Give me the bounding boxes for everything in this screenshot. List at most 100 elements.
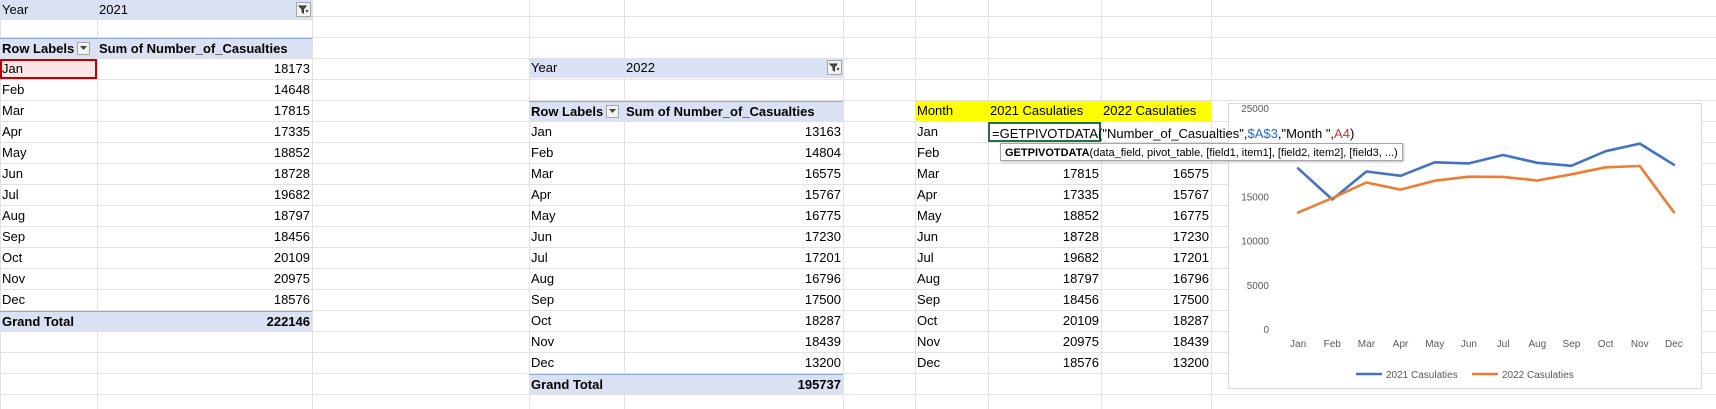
pivot-row-value[interactable]: 17335 (97, 122, 312, 142)
pivot-row-label[interactable]: Feb (529, 143, 624, 163)
pivot-row-value[interactable]: 16775 (624, 206, 843, 226)
pivot-row-label[interactable]: Jul (0, 185, 97, 205)
x-tick-label: Apr (1393, 339, 1409, 350)
pivot-row-value[interactable]: 16575 (624, 164, 843, 184)
formula-edit-cell[interactable]: =GETPIVOTDATA("Number_of_Casualties",$A$… (988, 122, 1354, 142)
pivot-row-label[interactable]: May (0, 143, 97, 163)
pivot-row-label[interactable]: Oct (0, 248, 97, 268)
pivot-filter-button[interactable] (827, 60, 842, 75)
pivot-row-label[interactable]: Apr (0, 122, 97, 142)
summary-2022-cell[interactable]: 16796 (1101, 269, 1211, 289)
pivot-row-label[interactable]: Jun (529, 227, 624, 247)
summary-2021-cell[interactable]: 18852 (988, 206, 1101, 226)
summary-month-cell[interactable]: Jan (915, 122, 988, 142)
pivot-row-value[interactable]: 17201 (624, 248, 843, 268)
function-tooltip[interactable]: GETPIVOTDATA(data_field, pivot_table, [f… (1000, 143, 1403, 161)
value-field-header: Sum of Number_of_Casualties (97, 38, 312, 58)
pivot-row-label[interactable]: Sep (0, 227, 97, 247)
summary-2021-cell[interactable]: 17335 (988, 185, 1101, 205)
pivot-row-label[interactable]: Feb (0, 80, 97, 100)
summary-2021-cell[interactable]: 18456 (988, 290, 1101, 310)
summary-2022-cell[interactable]: 17201 (1101, 248, 1211, 268)
pivot-row-value[interactable]: 18439 (624, 332, 843, 352)
pivot-row-label[interactable]: Dec (529, 353, 624, 373)
row-labels-dropdown[interactable] (77, 42, 91, 55)
summary-month-cell[interactable]: Apr (915, 185, 988, 205)
summary-month-cell[interactable]: Dec (915, 353, 988, 373)
pivot-row-value[interactable]: 20109 (97, 248, 312, 268)
column-gridline (1211, 0, 1212, 409)
pivot-row-label[interactable]: Oct (529, 311, 624, 331)
pivot-row-value[interactable]: 18576 (97, 290, 312, 310)
y-tick-label: 10000 (1241, 237, 1269, 248)
summary-2022-cell[interactable]: 13200 (1101, 353, 1211, 373)
pivot-row-value[interactable]: 16796 (624, 269, 843, 289)
row-labels-header-text: Row Labels (531, 103, 604, 119)
summary-2022-cell[interactable]: 18439 (1101, 332, 1211, 352)
summary-month-cell[interactable]: Feb (915, 143, 988, 163)
summary-2022-cell[interactable]: 15767 (1101, 185, 1211, 205)
pivot-row-value[interactable]: 17500 (624, 290, 843, 310)
summary-2021-cell[interactable]: 20109 (988, 311, 1101, 331)
summary-month-cell[interactable]: Jul (915, 248, 988, 268)
pivot-row-label[interactable]: May (529, 206, 624, 226)
summary-2022-cell[interactable]: 17230 (1101, 227, 1211, 247)
summary-month-cell[interactable]: Jun (915, 227, 988, 247)
pivot-row-value[interactable]: 13200 (624, 353, 843, 373)
summary-2022-cell[interactable]: 16775 (1101, 206, 1211, 226)
pivot-row-label[interactable]: Sep (529, 290, 624, 310)
pivot-row-value[interactable]: 18797 (97, 206, 312, 226)
pivot-row-label[interactable]: Jul (529, 248, 624, 268)
summary-2022-cell[interactable]: 16575 (1101, 164, 1211, 184)
pivot-row-value[interactable]: 15767 (624, 185, 843, 205)
summary-month-cell[interactable]: Mar (915, 164, 988, 184)
pivot-row-label[interactable]: Aug (0, 206, 97, 226)
summary-2022-cell[interactable]: 17500 (1101, 290, 1211, 310)
grand-total-label: Grand Total (529, 374, 624, 394)
pivot-filter-button[interactable] (296, 2, 311, 17)
y-tick-label: 0 (1263, 325, 1269, 336)
pivot-row-label[interactable]: Jun (0, 164, 97, 184)
summary-month-cell[interactable]: Sep (915, 290, 988, 310)
pivot-row-value[interactable]: 18728 (97, 164, 312, 184)
pivot-row-label[interactable]: Dec (0, 290, 97, 310)
pivot-row-label[interactable]: Aug (529, 269, 624, 289)
summary-2021-cell[interactable]: 18728 (988, 227, 1101, 247)
summary-2021-cell[interactable]: 18576 (988, 353, 1101, 373)
pivot-row-label[interactable]: Apr (529, 185, 624, 205)
row-labels-header[interactable]: Row Labels (0, 38, 97, 58)
pivot-row-label[interactable]: Nov (0, 269, 97, 289)
summary-month-cell[interactable]: Nov (915, 332, 988, 352)
pivot-row-value[interactable]: 20975 (97, 269, 312, 289)
pivot-row-value[interactable]: 18173 (97, 59, 312, 79)
summary-2021-cell[interactable]: 20975 (988, 332, 1101, 352)
tooltip-function-name[interactable]: GETPIVOTDATA (1005, 147, 1090, 159)
pivot-row-value[interactable]: 18852 (97, 143, 312, 163)
pivot-row-label[interactable]: Jan (529, 122, 624, 142)
formula-text: =GETPIVOTDATA("Number_of_Casualties",$A$… (992, 126, 1354, 141)
pivot-row-value[interactable]: 14648 (97, 80, 312, 100)
pivot-row-label[interactable]: Nov (529, 332, 624, 352)
column-gridline (843, 0, 844, 409)
summary-2021-cell[interactable]: 17815 (988, 164, 1101, 184)
summary-2021-cell[interactable]: 18797 (988, 269, 1101, 289)
row-labels-header[interactable]: Row Labels (529, 101, 624, 121)
pivot-row-value[interactable]: 18287 (624, 311, 843, 331)
pivot-row-label[interactable]: Mar (529, 164, 624, 184)
x-tick-label: Jan (1290, 339, 1306, 350)
summary-month-cell[interactable]: Aug (915, 269, 988, 289)
pivot-row-value[interactable]: 17815 (97, 101, 312, 121)
pivot-row-value[interactable]: 13163 (624, 122, 843, 142)
pivot-row-label[interactable]: Mar (0, 101, 97, 121)
pivot-filter-label: Year (0, 0, 97, 20)
pivot-row-label[interactable]: Jan (0, 59, 97, 79)
pivot-row-value[interactable]: 19682 (97, 185, 312, 205)
row-labels-dropdown[interactable] (606, 105, 620, 118)
summary-month-cell[interactable]: Oct (915, 311, 988, 331)
pivot-row-value[interactable]: 18456 (97, 227, 312, 247)
summary-month-cell[interactable]: May (915, 206, 988, 226)
summary-2021-cell[interactable]: 19682 (988, 248, 1101, 268)
pivot-row-value[interactable]: 17230 (624, 227, 843, 247)
summary-2022-cell[interactable]: 18287 (1101, 311, 1211, 331)
pivot-row-value[interactable]: 14804 (624, 143, 843, 163)
